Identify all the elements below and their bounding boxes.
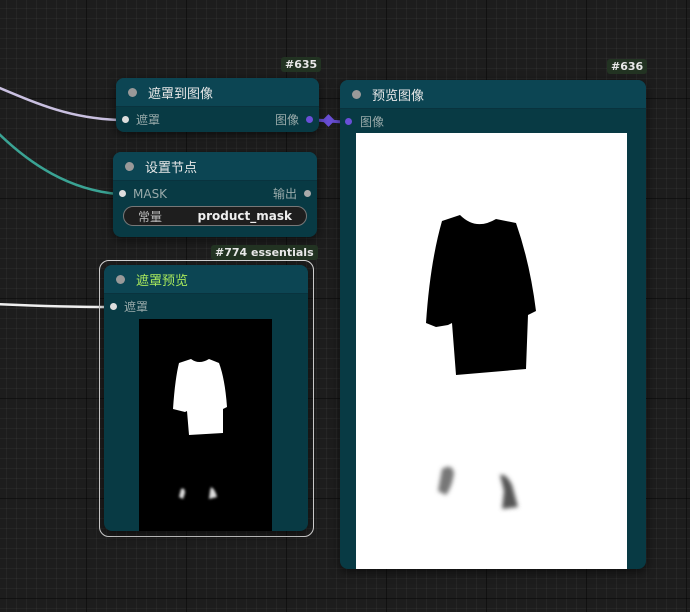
slot-row: 遮罩 (104, 299, 308, 315)
input-label: MASK (133, 187, 168, 201)
set-node[interactable]: 设置节点 MASK 输出 常量 product_mask (113, 152, 317, 237)
output-label: 输出 (272, 187, 297, 201)
input-label: 遮罩 (124, 300, 149, 314)
input-label: 图像 (360, 115, 385, 129)
preview-image-node[interactable]: 预览图像 图像 (340, 80, 646, 569)
node-header[interactable]: 遮罩到图像 (116, 78, 319, 107)
node-header[interactable]: 遮罩预览 (104, 265, 308, 294)
mask-silhouette (173, 359, 227, 499)
slot-row: 遮罩 图像 (116, 112, 319, 128)
circle-dot-icon[interactable] (128, 87, 137, 97)
input-slot-dot-icon[interactable] (122, 116, 129, 123)
output-slot-dot-icon[interactable] (306, 116, 313, 123)
node-title: 预览图像 (372, 88, 425, 104)
circle-dot-icon[interactable] (125, 161, 134, 171)
wire-mask-teal[interactable] (0, 130, 119, 196)
node-title: 设置节点 (145, 160, 198, 176)
wire-mask-white[interactable] (0, 302, 111, 309)
output-slot-dot-icon[interactable] (304, 190, 311, 197)
wire-mask-lavender[interactable] (0, 86, 119, 122)
input-label: 遮罩 (136, 113, 161, 127)
input-slot-dot-icon[interactable] (345, 118, 352, 125)
slot-row: 图像 (340, 114, 646, 130)
input-slot-dot-icon[interactable] (110, 303, 117, 310)
mask-preview-node[interactable]: 遮罩预览 遮罩 (104, 265, 308, 531)
output-label: 图像 (274, 113, 299, 127)
mask-preview-image[interactable] (139, 319, 272, 531)
reroute-diamond-icon[interactable] (322, 114, 335, 127)
circle-dot-icon[interactable] (352, 89, 361, 99)
widget-label: 常量 (138, 209, 163, 224)
node-id-badge-636: #636 (607, 59, 648, 74)
circle-dot-icon[interactable] (116, 274, 125, 284)
input-slot-dot-icon[interactable] (119, 190, 126, 197)
node-title: 遮罩预览 (136, 273, 189, 289)
mask-to-image-node[interactable]: 遮罩到图像 遮罩 图像 (116, 78, 319, 132)
garment-silhouette (426, 215, 536, 509)
image-preview[interactable] (356, 133, 627, 569)
node-header[interactable]: 设置节点 (113, 152, 317, 181)
widget-value: product_mask (197, 209, 292, 223)
constant-name-widget[interactable]: 常量 product_mask (123, 206, 307, 226)
slot-row: MASK 输出 (113, 186, 317, 202)
node-id-badge-774: #774 essentials (211, 245, 318, 260)
node-id-badge-635: #635 (281, 57, 322, 72)
node-title: 遮罩到图像 (148, 86, 214, 102)
node-header[interactable]: 预览图像 (340, 80, 646, 109)
